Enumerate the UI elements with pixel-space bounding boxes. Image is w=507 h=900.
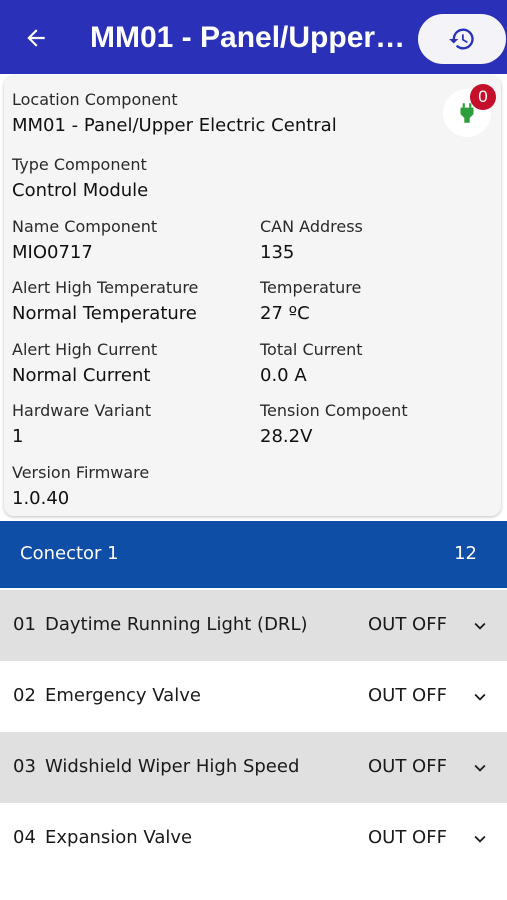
alert-temp-value: Normal Temperature — [12, 303, 197, 324]
alert-current-field: Alert High Current Normal Current — [12, 340, 157, 388]
type-field: Type Component Control Module — [12, 155, 148, 203]
hw-field: Hardware Variant 1 — [12, 401, 151, 449]
connector-count: 12 — [454, 543, 477, 564]
can-value: 135 — [260, 242, 295, 263]
name-label: Name Component — [12, 217, 158, 236]
total-current-value: 0.0 A — [260, 365, 307, 386]
location-label: Location Component — [12, 90, 178, 109]
item-name: Emergency Valve — [45, 685, 201, 706]
item-number: 04 — [13, 827, 36, 848]
item-status: OUT OFF — [368, 756, 447, 777]
expand-button[interactable] — [468, 756, 492, 780]
item-name: Widshield Wiper High Speed — [45, 756, 300, 777]
chevron-down-icon — [474, 693, 486, 701]
temp-value: 27 ºC — [260, 303, 310, 324]
chevron-down-icon — [474, 622, 486, 630]
expand-button[interactable] — [468, 614, 492, 638]
item-number: 02 — [13, 685, 36, 706]
list-item[interactable]: 01 Daytime Running Light (DRL) OUT OFF — [0, 590, 507, 661]
type-label: Type Component — [12, 155, 147, 174]
location-value: MM01 - Panel/Upper Electric Central — [12, 115, 337, 136]
name-value: MIO0717 — [12, 242, 93, 263]
name-field: Name Component MIO0717 — [12, 217, 157, 265]
arrow-left-icon — [27, 29, 45, 47]
can-label: CAN Address — [260, 217, 363, 236]
back-button[interactable] — [20, 22, 52, 54]
total-current-label: Total Current — [260, 340, 363, 359]
page-title: MM01 - Panel/Upper Electric Central — [90, 21, 410, 54]
expand-button[interactable] — [468, 827, 492, 851]
chevron-down-icon — [474, 835, 486, 843]
item-status: OUT OFF — [368, 685, 447, 706]
hw-value: 1 — [12, 426, 24, 447]
item-number: 03 — [13, 756, 36, 777]
temp-label: Temperature — [260, 278, 362, 297]
list-item[interactable]: 04 Expansion Valve OUT OFF — [0, 803, 507, 874]
notification-badge: 0 — [470, 84, 496, 110]
list-item[interactable]: 03 Widshield Wiper High Speed OUT OFF — [0, 732, 507, 803]
type-value: Control Module — [12, 180, 149, 201]
item-number: 01 — [13, 614, 36, 635]
total-current-field: Total Current 0.0 A — [260, 340, 363, 388]
fw-value: 1.0.40 — [12, 488, 70, 509]
connector-header[interactable]: Conector 1 12 — [0, 521, 507, 588]
connector-name: Conector 1 — [20, 543, 119, 564]
tension-label: Tension Compoent — [260, 401, 408, 420]
temp-field: Temperature 27 ºC — [260, 278, 361, 326]
hw-label: Hardware Variant — [12, 401, 152, 420]
alert-temp-label: Alert High Temperature — [12, 278, 199, 297]
item-status: OUT OFF — [368, 827, 447, 848]
item-status: OUT OFF — [368, 614, 447, 635]
alert-current-value: Normal Current — [12, 365, 151, 386]
chevron-down-icon — [474, 764, 486, 772]
fw-label: Version Firmware — [12, 463, 150, 482]
expand-button[interactable] — [468, 685, 492, 709]
tension-field: Tension Compoent 28.2V — [260, 401, 408, 449]
history-icon — [449, 28, 474, 50]
item-name: Daytime Running Light (DRL) — [45, 614, 308, 635]
fw-field: Version Firmware 1.0.40 — [12, 463, 149, 511]
app-bar: MM01 - Panel/Upper Electric Central — [0, 0, 507, 74]
can-field: CAN Address 135 — [260, 217, 363, 265]
alert-current-label: Alert High Current — [12, 340, 158, 359]
tension-value: 28.2V — [260, 426, 313, 447]
item-name: Expansion Valve — [45, 827, 193, 848]
alert-temp-field: Alert High Temperature Normal Temperatur… — [12, 278, 198, 326]
list-item[interactable]: 02 Emergency Valve OUT OFF — [0, 661, 507, 732]
history-button[interactable] — [418, 14, 506, 64]
location-field: Location Component MM01 - Panel/Upper El… — [12, 90, 337, 138]
